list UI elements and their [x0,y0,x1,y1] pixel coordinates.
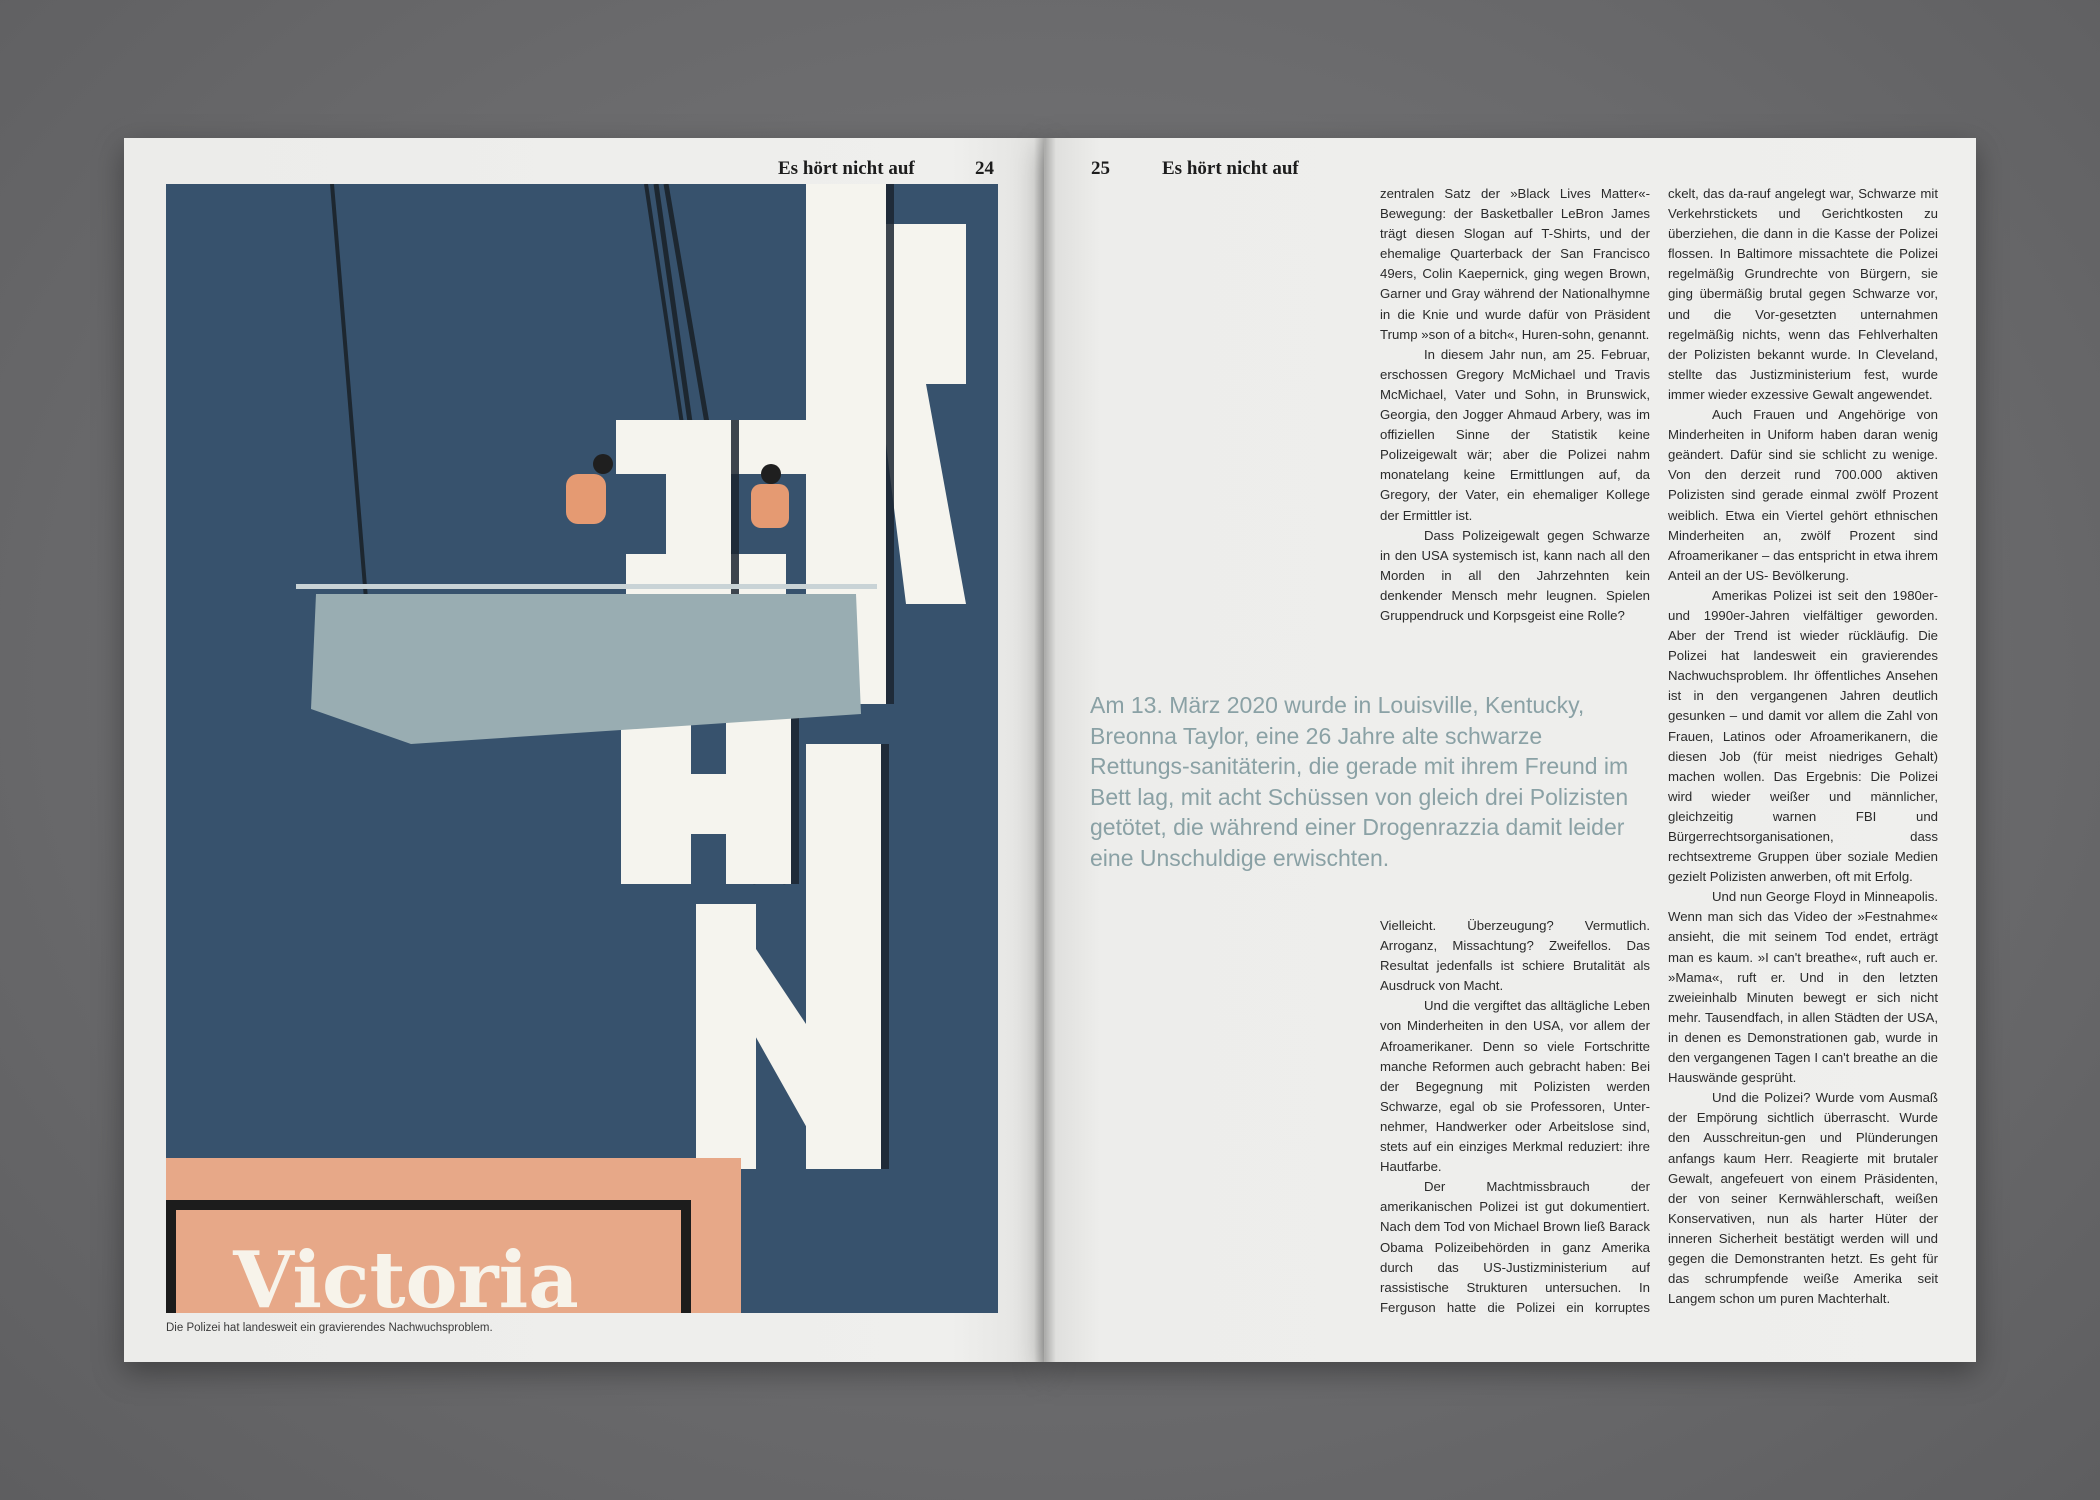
paragraph: Und nun George Floyd in Minneapolis. Wen… [1668,889,1938,1086]
paragraph: Und die vergiftet das alltägliche Leben … [1380,998,1650,1175]
platform-rail [296,584,877,589]
page-number-right: 25 [1091,158,1110,179]
paragraph: Auch Frauen und Angehörige von Minderhei… [1668,407,1938,583]
pull-quote: Am 13. März 2020 wurde in Louisville, Ke… [1090,692,1629,871]
paragraph: zentralen Satz der »Black Lives Matter«-… [1380,186,1650,342]
running-title-left: Es hört nicht auf [778,158,915,179]
figure-caption: Die Polizei hat landesweit ein gravieren… [166,1322,493,1334]
column-1-bottom: Vielleicht. Überzeugung? Vermutlich. Arr… [1380,916,1650,1321]
column-1-top: zentralen Satz der »Black Lives Matter«-… [1380,184,1650,654]
paragraph: Und die Polizei? Wurde vom Ausmaß der Em… [1668,1090,1938,1307]
column-2: ckelt, das da-rauf angelegt war, Schwarz… [1668,184,1938,1321]
running-title-right: Es hört nicht auf [1162,158,1299,179]
illustration: Victoria [166,184,998,1313]
spine-gutter [1034,138,1056,1362]
sign-text: Victoria [232,1235,579,1313]
paragraph: Der Machtmissbrauch der amerikanischen P… [1380,1179,1650,1321]
paragraph: Amerikas Polizei ist seit den 1980er- un… [1668,587,1938,885]
paragraph: Dass Polizeigewalt gegen Schwarze in den… [1380,527,1650,623]
paragraph: ckelt, das da-rauf angelegt war, Schwarz… [1668,186,1938,402]
paragraph: Vielleicht. Überzeugung? Vermutlich. Arr… [1380,918,1650,994]
paragraph: In diesem Jahr nun, am 25. Februar, ersc… [1380,346,1650,523]
page-number-left: 24 [975,158,994,179]
